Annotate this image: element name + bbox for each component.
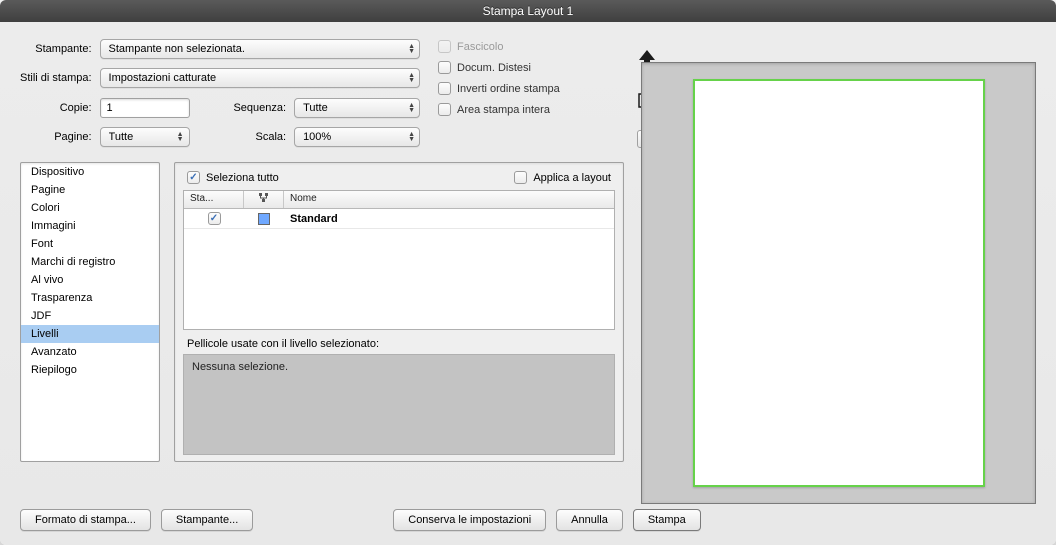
- sequence-select[interactable]: Tutte: [294, 98, 420, 118]
- page-setup-button[interactable]: Formato di stampa...: [20, 509, 151, 531]
- select-all-checkbox[interactable]: [187, 171, 200, 184]
- dialog-content: Stampante: Stampante non selezionata. ▲▼…: [0, 22, 1056, 545]
- color-swatch: [258, 213, 270, 225]
- sidebar-item[interactable]: Marchi di registro: [21, 253, 159, 271]
- sidebar-item[interactable]: Riepilogo: [21, 361, 159, 379]
- printer-label: Stampante:: [20, 43, 92, 55]
- layers-table[interactable]: Sta... Nome Standard: [183, 190, 615, 330]
- sidebar-item[interactable]: Dispositivo: [21, 163, 159, 181]
- window-title: Stampa Layout 1: [0, 0, 1056, 22]
- hierarchy-icon: [259, 193, 269, 203]
- apply-layout-checkbox[interactable]: [514, 171, 527, 184]
- inverti-checkbox-row: Inverti ordine stampa: [438, 82, 618, 95]
- apply-layout-label: Applica a layout: [533, 172, 611, 184]
- sidebar-item[interactable]: Colori: [21, 199, 159, 217]
- docum-distesi-checkbox-row: Docum. Distesi: [438, 61, 618, 74]
- print-dialog-window: Stampa Layout 1 Stampante: Stampante non…: [0, 0, 1056, 545]
- area-intera-checkbox-row: Area stampa intera: [438, 103, 618, 116]
- sidebar-item[interactable]: Font: [21, 235, 159, 253]
- form-grid: Stampante: Stampante non selezionata. ▲▼…: [20, 38, 420, 148]
- preview-page: [693, 79, 985, 487]
- row-checkbox[interactable]: [208, 212, 221, 225]
- detail-top-row: Seleziona tutto Applica a layout: [183, 169, 615, 190]
- sidebar-item[interactable]: Al vivo: [21, 271, 159, 289]
- cancel-button[interactable]: Annulla: [556, 509, 623, 531]
- col-color[interactable]: [244, 191, 284, 208]
- fascicolo-checkbox[interactable]: [438, 40, 451, 53]
- sequence-label: Sequenza:: [233, 102, 286, 114]
- scale-select[interactable]: 100%: [294, 127, 420, 147]
- printer-button[interactable]: Stampante...: [161, 509, 253, 531]
- pages-label: Pagine:: [20, 131, 92, 143]
- button-row: Formato di stampa... Stampante... Conser…: [20, 509, 701, 531]
- row-name: Standard: [284, 213, 614, 225]
- sidebar-item[interactable]: Immagini: [21, 217, 159, 235]
- category-sidebar[interactable]: DispositivoPagineColoriImmaginiFontMarch…: [20, 162, 160, 462]
- col-status[interactable]: Sta...: [184, 191, 244, 208]
- select-all-label: Seleziona tutto: [206, 172, 279, 184]
- pages-select[interactable]: Tutte: [100, 127, 190, 147]
- inverti-label: Inverti ordine stampa: [457, 83, 560, 95]
- table-row[interactable]: Standard: [184, 209, 614, 229]
- sidebar-item[interactable]: Trasparenza: [21, 289, 159, 307]
- print-button[interactable]: Stampa: [633, 509, 701, 531]
- copies-label: Copie:: [20, 102, 92, 114]
- docum-distesi-label: Docum. Distesi: [457, 62, 531, 74]
- checkbox-column: Fascicolo Docum. Distesi Inverti ordine …: [438, 38, 618, 148]
- fascicolo-checkbox-row: Fascicolo: [438, 40, 618, 53]
- sidebar-item[interactable]: Avanzato: [21, 343, 159, 361]
- inverti-checkbox[interactable]: [438, 82, 451, 95]
- print-styles-select[interactable]: Impostazioni catturate: [100, 68, 420, 88]
- docum-distesi-checkbox[interactable]: [438, 61, 451, 74]
- preview-panel: [641, 62, 1036, 504]
- table-header: Sta... Nome: [184, 191, 614, 209]
- area-intera-label: Area stampa intera: [457, 104, 550, 116]
- pellicole-box: Nessuna selezione.: [183, 354, 615, 455]
- save-settings-button[interactable]: Conserva le impostazioni: [393, 509, 546, 531]
- printer-select[interactable]: Stampante non selezionata.: [100, 39, 420, 59]
- fascicolo-label: Fascicolo: [457, 41, 503, 53]
- pellicole-label: Pellicole usate con il livello seleziona…: [183, 330, 615, 354]
- pellicole-text: Nessuna selezione.: [192, 361, 288, 373]
- styles-label: Stili di stampa:: [20, 72, 92, 84]
- sidebar-item[interactable]: Pagine: [21, 181, 159, 199]
- scale-label: Scala:: [233, 131, 286, 143]
- area-intera-checkbox[interactable]: [438, 103, 451, 116]
- col-name[interactable]: Nome: [284, 191, 614, 208]
- copies-input[interactable]: [100, 98, 190, 118]
- detail-panel: Seleziona tutto Applica a layout Sta... …: [174, 162, 624, 462]
- sidebar-item[interactable]: Livelli: [21, 325, 159, 343]
- sidebar-item[interactable]: JDF: [21, 307, 159, 325]
